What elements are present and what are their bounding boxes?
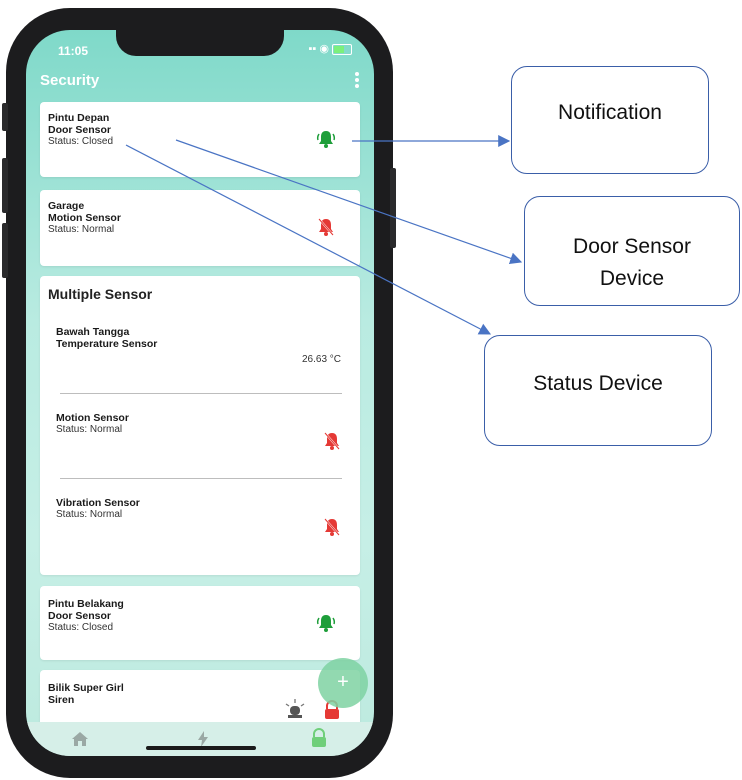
annotation-arrows (125, 135, 523, 335)
arrow-door-sensor (175, 139, 523, 265)
arrow-status-device (125, 144, 492, 335)
